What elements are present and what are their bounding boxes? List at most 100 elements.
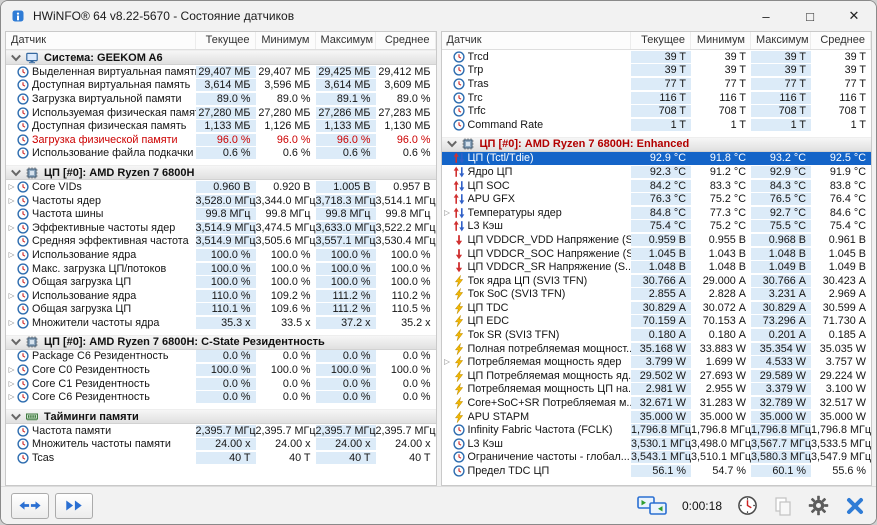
sensor-row[interactable]: ЦП VDDCR_SOC Напряжение (S...1.045 В1.04… xyxy=(442,247,872,261)
section-header[interactable]: ЦП [#0]: AMD Ryzen 7 6800H xyxy=(6,165,436,180)
sensor-row[interactable]: Средняя эффективная частота3,514.9 МГц3,… xyxy=(6,235,436,249)
sensor-row[interactable]: ▷Core C0 Резидентность100.0 %100.0 %100.… xyxy=(6,363,436,377)
sensor-row[interactable]: Core+SoC+SR Потребляемая м...32.671 W31.… xyxy=(442,396,872,410)
expand-arrow-icon[interactable]: ▷ xyxy=(6,390,17,404)
reset-clock-button[interactable] xyxy=(737,495,758,516)
section-header[interactable]: Система: GEEKOM A6 xyxy=(6,50,436,65)
sensor-row[interactable]: Ток SoC (SVI3 TFN)2.855 А2.828 А3.231 А2… xyxy=(442,288,872,302)
expand-arrow-icon[interactable]: ▷ xyxy=(442,355,453,369)
value-average: 0.0 % xyxy=(376,391,436,403)
column-header-sensor[interactable]: Датчик xyxy=(442,32,632,49)
expand-arrow-icon[interactable]: ▷ xyxy=(6,363,17,377)
settings-gear-button[interactable] xyxy=(808,495,829,516)
section-header[interactable]: Тайминги памяти xyxy=(6,409,436,424)
collapse-chevron-icon[interactable] xyxy=(9,337,23,348)
remote-monitor-button[interactable] xyxy=(637,495,667,517)
value-average: 30.599 А xyxy=(811,302,871,314)
section-header[interactable]: ЦП [#0]: AMD Ryzen 7 6800H: C-State Рези… xyxy=(6,335,436,350)
sensor-row[interactable]: Ток ядра ЦП (SVI3 TFN)30.766 А29.000 А30… xyxy=(442,274,872,288)
sensor-row[interactable]: L3 Кэш75.4 °C75.2 °C75.5 °C75.4 °C xyxy=(442,220,872,234)
sensor-row[interactable]: Trcd39 T39 T39 T39 T xyxy=(442,50,872,64)
expand-arrow-icon[interactable]: ▷ xyxy=(6,377,17,391)
sensor-row[interactable]: ▷Температуры ядер84.8 °C77.3 °C92.7 °C84… xyxy=(442,206,872,220)
expand-arrow-icon[interactable]: ▷ xyxy=(442,206,453,220)
sensor-row[interactable]: L3 Кэш3,530.1 МГц3,498.0 МГц3,567.7 МГц3… xyxy=(442,437,872,451)
sensor-row[interactable]: Выделенная виртуальная память29,407 МБ29… xyxy=(6,65,436,79)
sensor-row[interactable]: ▷Core VIDs0.960 В0.920 В1.005 В0.957 В xyxy=(6,180,436,194)
sensor-row[interactable]: ▷Использование ядра110.0 %109.2 %111.2 %… xyxy=(6,289,436,303)
minimize-button[interactable]: – xyxy=(744,1,788,31)
sensor-row[interactable]: APU GFX76.3 °C75.2 °C76.5 °C76.4 °C xyxy=(442,192,872,206)
sensor-row[interactable]: ▷Core C6 Резидентность0.0 %0.0 %0.0 %0.0… xyxy=(6,390,436,404)
sensor-row[interactable]: ЦП TDC30.829 А30.072 А30.829 А30.599 А xyxy=(442,301,872,315)
sensor-row[interactable]: Общая загрузка ЦП110.1 %109.6 %111.2 %11… xyxy=(6,303,436,317)
sensor-row[interactable]: Потребляемая мощность ЦП на...2.981 W2.9… xyxy=(442,383,872,397)
sensor-row[interactable]: ▷Частоты ядер3,528.0 МГц3,344.0 МГц3,718… xyxy=(6,194,436,208)
sensor-row[interactable]: ▷Core C1 Резидентность0.0 %0.0 %0.0 %0.0… xyxy=(6,377,436,391)
collapse-chevron-icon[interactable] xyxy=(9,411,23,422)
column-header-average[interactable]: Среднее xyxy=(811,32,871,49)
sensor-row[interactable]: Макс. загрузка ЦП/потоков100.0 %100.0 %1… xyxy=(6,262,436,276)
expand-arrow-icon[interactable]: ▷ xyxy=(6,316,17,330)
sensor-row[interactable]: ▷Потребляемая мощность ядер3.799 W1.699 … xyxy=(442,355,872,369)
collapse-chevron-icon[interactable] xyxy=(445,139,459,150)
expand-arrow-icon[interactable]: ▷ xyxy=(6,194,17,208)
sensor-row[interactable]: Ограничение частоты - глобал...3,543.1 М… xyxy=(442,451,872,465)
expand-arrow-icon[interactable]: ▷ xyxy=(6,248,17,262)
sensor-row[interactable]: ЦП (Tctl/Tdie)92.9 °C91.8 °C93.2 °C92.5 … xyxy=(442,152,872,166)
section-header[interactable]: ЦП [#0]: AMD Ryzen 7 6800H: Enhanced xyxy=(442,137,872,152)
sensor-row[interactable]: Загрузка физической памяти96.0 %96.0 %96… xyxy=(6,133,436,147)
sensor-row[interactable]: Использование файла подкачки0.6 %0.6 %0.… xyxy=(6,147,436,161)
column-header-average[interactable]: Среднее xyxy=(376,32,436,49)
sensor-row[interactable]: Множитель частоты памяти24.00 x24.00 x24… xyxy=(6,438,436,452)
sensor-row[interactable]: Tcas40 T40 T40 T40 T xyxy=(6,451,436,465)
column-header-current[interactable]: Текущее xyxy=(196,32,256,49)
sensor-row[interactable]: Используемая физическая память27,280 МБ2… xyxy=(6,106,436,120)
sensor-row[interactable]: APU STAPM35.000 W35.000 W35.000 W35.000 … xyxy=(442,410,872,424)
column-header-minimum[interactable]: Минимум xyxy=(256,32,316,49)
sensor-row[interactable]: Trp39 T39 T39 T39 T xyxy=(442,64,872,78)
maximize-button[interactable]: □ xyxy=(788,1,832,31)
collapse-chevron-icon[interactable] xyxy=(9,52,23,63)
arrows-horizontal-button[interactable] xyxy=(11,493,49,519)
sensor-row[interactable]: Package C6 Резидентность0.0 %0.0 %0.0 %0… xyxy=(6,350,436,364)
sensor-row[interactable]: Ток SR (SVI3 TFN)0.180 А0.180 А0.201 А0.… xyxy=(442,328,872,342)
column-header-current[interactable]: Текущее xyxy=(631,32,691,49)
sensor-row[interactable]: Trc116 T116 T116 T116 T xyxy=(442,91,872,105)
sensor-row[interactable]: ЦП Потребляемая мощность яд...29.502 W27… xyxy=(442,369,872,383)
column-header-maximum[interactable]: Максимум xyxy=(751,32,811,49)
sensor-row[interactable]: Частота шины99.8 МГц99.8 МГц99.8 МГц99.8… xyxy=(6,207,436,221)
column-header-maximum[interactable]: Максимум xyxy=(316,32,376,49)
sensor-row[interactable]: ЦП VDDCR_SR Напряжение (S...1.048 В1.048… xyxy=(442,260,872,274)
sensor-row[interactable]: ▷Эффективные частоты ядер3,514.9 МГц3,47… xyxy=(6,221,436,235)
sensor-row[interactable]: Ядро ЦП92.3 °C91.2 °C92.9 °C91.9 °C xyxy=(442,165,872,179)
sensor-row[interactable]: ЦП VDDCR_VDD Напряжение (S...0.959 В0.95… xyxy=(442,233,872,247)
sensor-row[interactable]: ▷Использование ядра100.0 %100.0 %100.0 %… xyxy=(6,248,436,262)
sensor-row[interactable]: Trfc708 T708 T708 T708 T xyxy=(442,104,872,118)
arrows-double-right-button[interactable] xyxy=(55,493,93,519)
sensor-row[interactable]: Tras77 T77 T77 T77 T xyxy=(442,77,872,91)
sensor-row[interactable]: Загрузка виртуальной памяти89.0 %89.0 %8… xyxy=(6,92,436,106)
sensor-row[interactable]: Предел TDC ЦП56.1 %54.7 %60.1 %55.6 % xyxy=(442,464,872,478)
column-header-sensor[interactable]: Датчик xyxy=(6,32,196,49)
sensor-row[interactable]: Частота памяти2,395.7 МГц2,395.7 МГц2,39… xyxy=(6,424,436,438)
sensor-row[interactable]: Доступная физическая память1,133 МБ1,126… xyxy=(6,119,436,133)
close-window-button[interactable]: ✕ xyxy=(832,1,876,31)
expand-arrow-icon[interactable]: ▷ xyxy=(6,289,17,303)
sensor-row[interactable]: Общая загрузка ЦП100.0 %100.0 %100.0 %10… xyxy=(6,275,436,289)
sensor-row[interactable]: ▷Множители частоты ядра35.3 x33.5 x37.2 … xyxy=(6,316,436,330)
logging-button[interactable] xyxy=(773,496,793,516)
close-sensors-button[interactable] xyxy=(844,495,866,517)
sensor-row[interactable]: ЦП SOC84.2 °C83.3 °C84.3 °C83.8 °C xyxy=(442,179,872,193)
column-header-minimum[interactable]: Минимум xyxy=(691,32,751,49)
expand-arrow-icon[interactable]: ▷ xyxy=(6,221,17,235)
collapse-chevron-icon[interactable] xyxy=(9,167,23,178)
sensor-row[interactable]: Полная потребляемая мощност...35.168 W33… xyxy=(442,342,872,356)
sensor-row[interactable]: Infinity Fabric Частота (FCLK)1,796.8 МГ… xyxy=(442,423,872,437)
sensor-row[interactable]: Доступная виртуальная память3,614 МБ3,59… xyxy=(6,79,436,93)
sensor-label: Ток SR (SVI3 TFN) xyxy=(468,329,632,341)
title-bar[interactable]: HWiNFO® 64 v8.22-5670 - Состояние датчик… xyxy=(1,1,876,31)
sensor-row[interactable]: Command Rate1 T1 T1 T1 T xyxy=(442,118,872,132)
sensor-row[interactable]: ЦП EDC70.159 А70.153 А73.296 А71.730 А xyxy=(442,315,872,329)
expand-arrow-icon[interactable]: ▷ xyxy=(6,180,17,194)
